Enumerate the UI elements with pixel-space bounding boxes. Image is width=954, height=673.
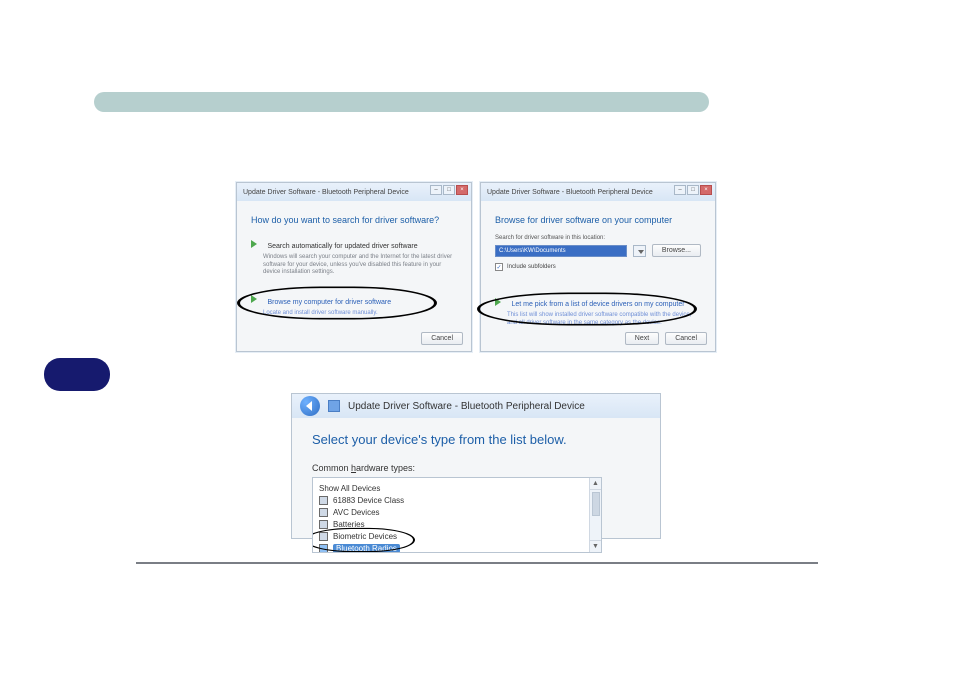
- scrollbar[interactable]: ▲ ▼: [589, 478, 601, 552]
- next-button[interactable]: Next: [625, 332, 659, 345]
- arrow-icon: [251, 240, 257, 248]
- back-button[interactable]: [300, 396, 320, 416]
- browse-button[interactable]: Browse...: [652, 244, 701, 257]
- driver-icon: [328, 400, 340, 412]
- list-item[interactable]: Batteries: [319, 518, 595, 530]
- page-badge: [44, 358, 110, 391]
- window-titlebar: Update Driver Software - Bluetooth Perip…: [237, 183, 471, 201]
- list-item[interactable]: AVC Devices: [319, 506, 595, 518]
- include-subfolders-checkbox[interactable]: ✓ Include subfolders: [495, 263, 701, 271]
- checkbox-icon: ✓: [495, 263, 503, 271]
- list-item[interactable]: Biometric Devices: [319, 530, 595, 542]
- device-icon: [319, 508, 328, 517]
- location-label: Search for driver software in this locat…: [495, 235, 701, 241]
- list-item-label: Show All Devices: [319, 484, 380, 493]
- device-type-listbox[interactable]: Show All Devices 61883 Device Class AVC …: [312, 477, 602, 553]
- minimize-button[interactable]: –: [674, 185, 686, 195]
- close-button[interactable]: ×: [700, 185, 712, 195]
- option-search-auto[interactable]: Search automatically for updated driver …: [251, 235, 457, 277]
- bluetooth-icon: [319, 544, 328, 553]
- list-item-show-all[interactable]: Show All Devices: [319, 482, 595, 494]
- maximize-button[interactable]: □: [687, 185, 699, 195]
- arrow-icon: [495, 298, 501, 306]
- close-button[interactable]: ×: [456, 185, 468, 195]
- list-item-label: Bluetooth Radios: [333, 544, 400, 553]
- cancel-button[interactable]: Cancel: [421, 332, 463, 345]
- option-title: Browse my computer for driver software: [267, 299, 391, 306]
- device-icon: [319, 520, 328, 529]
- option-desc: Locate and install driver software manua…: [263, 310, 453, 318]
- option-browse-computer[interactable]: Browse my computer for driver software L…: [251, 291, 457, 318]
- window-title-text: Update Driver Software - Bluetooth Perip…: [487, 189, 653, 196]
- scroll-down-icon[interactable]: ▼: [590, 540, 601, 552]
- window-titlebar: Update Driver Software - Bluetooth Perip…: [481, 183, 715, 201]
- option-title: Let me pick from a list of device driver…: [511, 301, 684, 308]
- dialog-heading: How do you want to search for driver sof…: [251, 215, 457, 225]
- option-title: Search automatically for updated driver …: [267, 243, 417, 250]
- scroll-up-icon[interactable]: ▲: [590, 478, 601, 490]
- minimize-button[interactable]: –: [430, 185, 442, 195]
- list-item-label: 61883 Device Class: [333, 496, 404, 505]
- maximize-button[interactable]: □: [443, 185, 455, 195]
- common-hardware-label: Common hardware types:: [312, 463, 640, 473]
- arrow-icon: [251, 295, 257, 303]
- dialog-browse-location: Update Driver Software - Bluetooth Perip…: [480, 182, 716, 352]
- dialog-heading: Select your device's type from the list …: [312, 432, 640, 447]
- device-icon: [319, 532, 328, 541]
- cancel-button[interactable]: Cancel: [665, 332, 707, 345]
- list-item-selected[interactable]: Bluetooth Radios: [319, 542, 595, 553]
- window-title-text: Update Driver Software - Bluetooth Perip…: [243, 189, 409, 196]
- scroll-thumb[interactable]: [592, 492, 600, 516]
- window-title-text: Update Driver Software - Bluetooth Perip…: [348, 401, 585, 412]
- option-desc: This list will show installed driver sof…: [507, 312, 701, 327]
- dialog-search-method: Update Driver Software - Bluetooth Perip…: [236, 182, 472, 352]
- list-item-label: Biometric Devices: [333, 532, 397, 541]
- dialog-heading: Browse for driver software on your compu…: [495, 215, 701, 225]
- window-titlebar: Update Driver Software - Bluetooth Perip…: [292, 394, 660, 418]
- option-pick-from-list[interactable]: Let me pick from a list of device driver…: [495, 293, 701, 327]
- list-item-label: Batteries: [333, 520, 365, 529]
- list-item[interactable]: 61883 Device Class: [319, 494, 595, 506]
- device-icon: [319, 496, 328, 505]
- checkbox-label: Include subfolders: [507, 264, 556, 270]
- option-desc: Windows will search your computer and th…: [263, 254, 453, 277]
- list-item-label: AVC Devices: [333, 508, 380, 517]
- location-value: C:\Users\KW\Documents: [499, 248, 566, 254]
- page-divider: [136, 562, 818, 564]
- dialog-select-device-type: Update Driver Software - Bluetooth Perip…: [291, 393, 661, 539]
- dropdown-arrow-icon[interactable]: [633, 245, 646, 257]
- section-banner: [94, 92, 709, 112]
- location-combobox[interactable]: C:\Users\KW\Documents: [495, 245, 627, 257]
